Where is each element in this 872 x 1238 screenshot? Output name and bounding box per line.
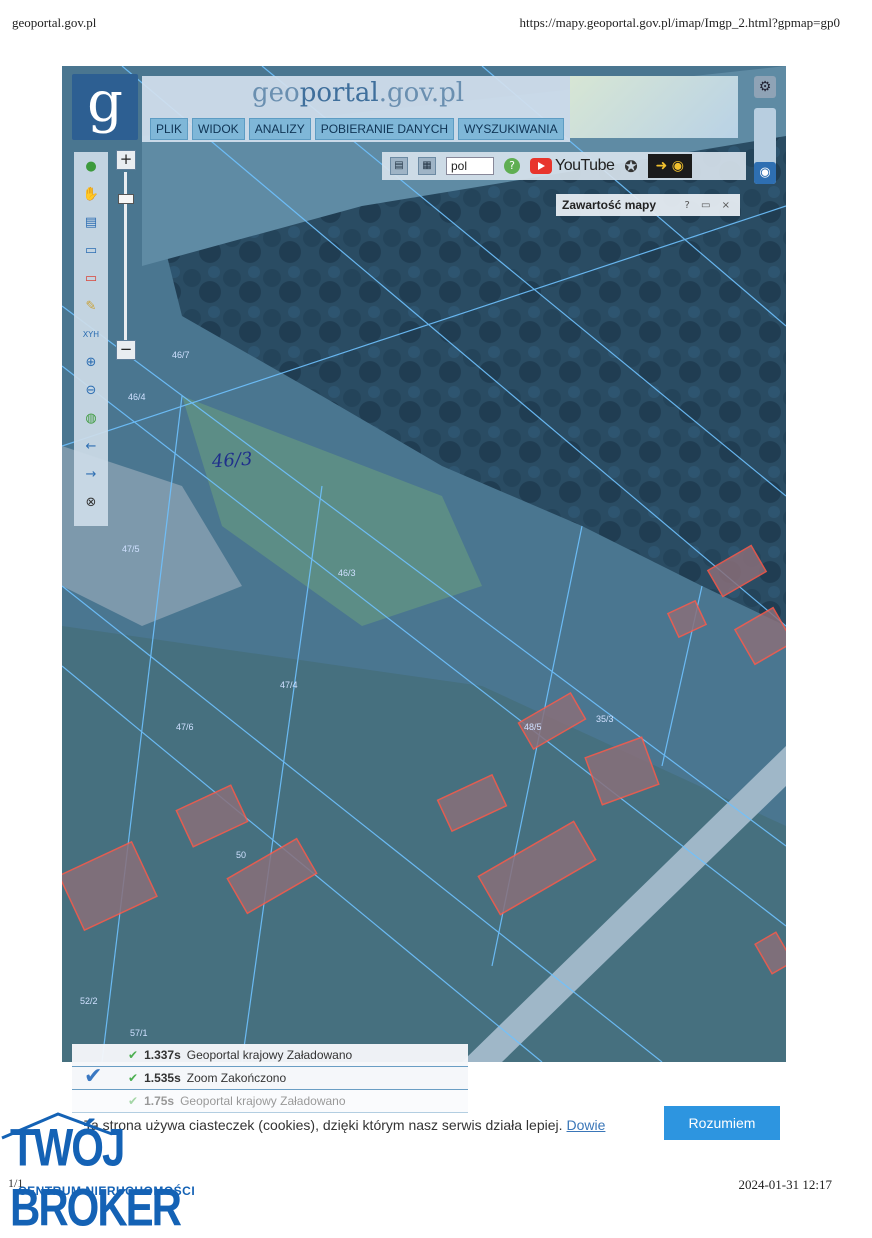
back-arrow-icon[interactable]: ← — [82, 438, 100, 456]
print-date: 2024-01-31 12:17 — [738, 1177, 832, 1192]
map-contents-panel[interactable]: Zawartość mapy ? ▭ × — [556, 194, 740, 216]
menu-pobieranie-danych[interactable]: POBIERANIE DANYCH — [314, 118, 455, 140]
status-log: ✔ 1.337s Geoportal krajowy Załadowano ✔ … — [72, 1044, 468, 1113]
log-row: ✔ 1.337s Geoportal krajowy Załadowano — [72, 1044, 468, 1067]
stamp-title: TWÓJ BROKER — [10, 1118, 182, 1237]
parcel-label: 35/3 — [596, 714, 614, 724]
log-row: ✔ 1.535s Zoom Zakończono — [72, 1067, 468, 1090]
compass-icon[interactable]: ⊗ — [82, 494, 100, 512]
xyz-coordinates-icon[interactable]: XYH — [82, 326, 100, 344]
print-header-site: geoportal.gov.pl — [12, 15, 97, 30]
youtube-button[interactable]: YouTube — [530, 157, 615, 175]
parcel-label: 47/6 — [176, 722, 194, 732]
youtube-label: YouTube — [555, 157, 615, 174]
zoom-plus-button[interactable]: + — [116, 150, 136, 170]
parcel-label: 46/4 — [128, 392, 146, 402]
parcel-label: 46/3 — [338, 568, 356, 578]
panel-title: Zawartość mapy — [562, 198, 657, 212]
parcel-label: 50 — [236, 850, 247, 860]
left-tool-strip: ● ✋ ▤ ▭ ▭ ✎ XYH ⊕ ⊖ ◍ ← → ⊗ — [74, 152, 108, 526]
parcel-label: 47/4 — [280, 680, 298, 690]
language-input[interactable]: pol — [446, 157, 494, 175]
parcel-label: 46/7 — [172, 350, 190, 360]
stamp-subtitle: CENTRUM NIERUCHOMOŚCI — [18, 1184, 196, 1198]
parcel-label: 47/5 — [122, 544, 140, 554]
forward-arrow-icon[interactable]: → — [82, 466, 100, 484]
select-area-icon[interactable]: ▭ — [82, 242, 100, 260]
gear-icon[interactable]: ⚙ — [754, 76, 776, 98]
agency-stamp: TWÓJ BROKER CENTRUM NIERUCHOMOŚCI — [0, 1112, 214, 1237]
map-view[interactable]: 46/7 46/4 47/5 46/3 47/4 47/6 48/5 35/3 … — [62, 66, 786, 1062]
panel-controls[interactable]: ? ▭ × — [685, 200, 735, 211]
overview-minimap[interactable] — [570, 76, 738, 138]
top-toolbar: ▤ ▦ pol ? YouTube ✪ ➜ ◉ — [382, 152, 746, 180]
check-icon: ✔ — [128, 1048, 139, 1062]
youtube-icon — [530, 158, 552, 174]
layers-icon[interactable]: ▤ — [82, 214, 100, 232]
brand-bar: geoportal.gov.pl PLIK WIDOK ANALIZY POBI… — [142, 76, 570, 142]
info-icon[interactable]: ● — [82, 158, 100, 176]
main-menu: PLIK WIDOK ANALIZY POBIERANIE DANYCH WYS… — [150, 118, 564, 140]
check-icon: ✔ — [128, 1094, 139, 1108]
settings-wheel-icon[interactable]: ✪ — [624, 157, 637, 176]
parcel-label: 57/1 — [130, 1028, 148, 1038]
brand-title: geoportal.gov.pl — [252, 78, 465, 108]
parcel-label: 48/5 — [524, 722, 542, 732]
pencil-icon[interactable]: ✎ — [82, 298, 100, 316]
menu-wyszukiwania[interactable]: WYSZUKIWANIA — [458, 118, 564, 140]
handwritten-parcel-note: 46/3 — [211, 448, 254, 473]
zoom-slider[interactable]: + − — [116, 150, 136, 362]
eye-icon[interactable]: ◉ — [754, 162, 776, 184]
page-number: 1/1 — [8, 1176, 24, 1190]
zoom-handle[interactable] — [118, 194, 134, 204]
accept-cookies-button[interactable]: Rozumiem — [664, 1106, 780, 1140]
pan-hand-icon[interactable]: ✋ — [82, 186, 100, 204]
cookie-more-link[interactable]: Dowie — [567, 1117, 606, 1133]
menu-analizy[interactable]: ANALIZY — [248, 118, 311, 140]
geoportal-logo[interactable]: g — [72, 74, 138, 140]
globe-icon[interactable]: ◍ — [82, 410, 100, 428]
parcel-label: 52/2 — [80, 996, 98, 1006]
log-toggle-check-icon[interactable]: ✔ — [84, 1064, 102, 1089]
print-header-url: https://mapy.geoportal.gov.pl/imap/Imgp_… — [519, 15, 841, 30]
legend-icon[interactable]: ▤ — [390, 157, 408, 175]
menu-plik[interactable]: PLIK — [150, 118, 189, 140]
wms-icon[interactable]: ▦ — [418, 157, 436, 175]
right-tool-strip: ◉ — [754, 108, 776, 184]
zoom-minus-button[interactable]: − — [116, 340, 136, 360]
zoom-in-icon[interactable]: ⊕ — [82, 354, 100, 372]
menu-widok[interactable]: WIDOK — [192, 118, 245, 140]
zoom-out-icon[interactable]: ⊖ — [82, 382, 100, 400]
help-icon[interactable]: ? — [504, 158, 520, 174]
select-red-icon[interactable]: ▭ — [82, 270, 100, 288]
check-icon: ✔ — [128, 1071, 139, 1085]
eye-toggle-icon[interactable]: ➜ ◉ — [647, 154, 692, 178]
